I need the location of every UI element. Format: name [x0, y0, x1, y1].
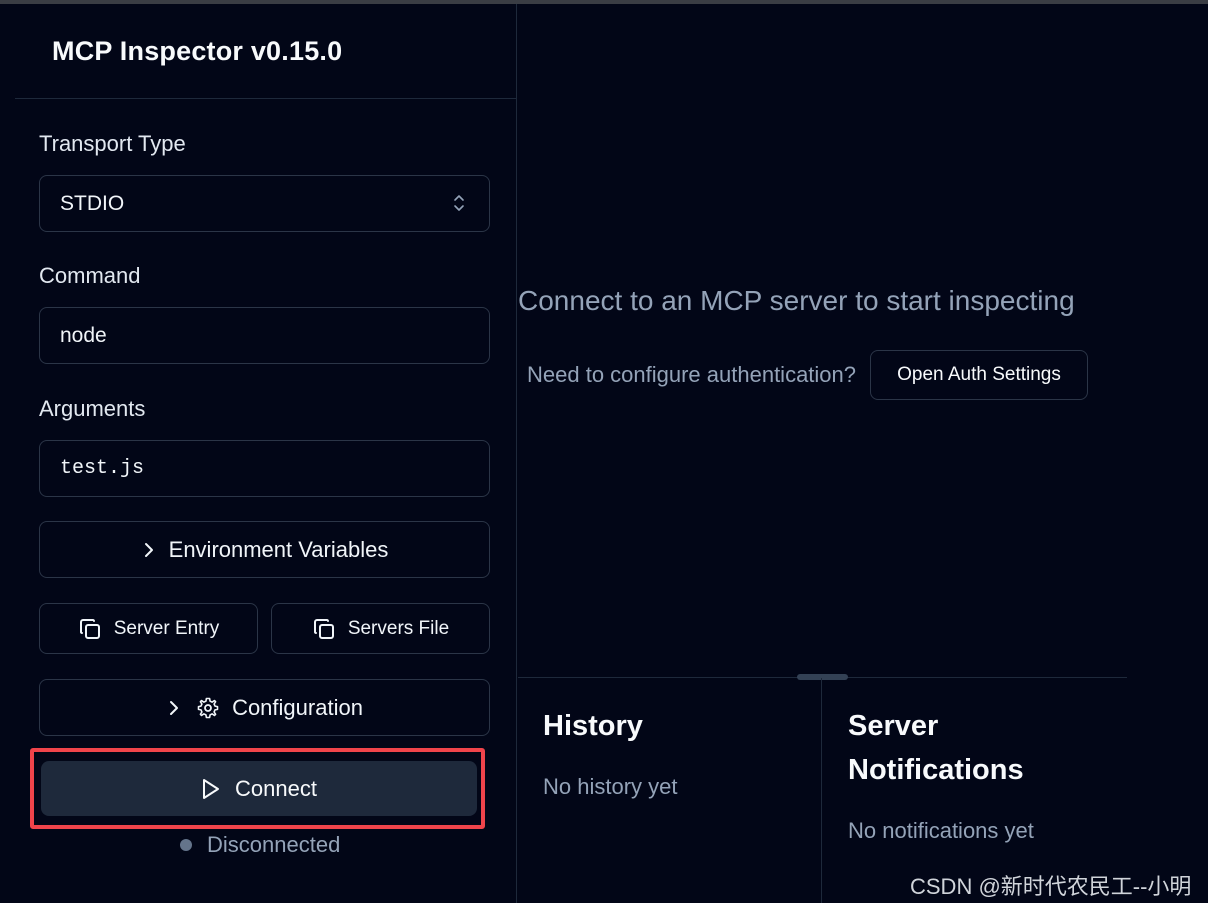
- arguments-input[interactable]: test.js: [39, 440, 490, 497]
- watermark: CSDN @新时代农民工--小明: [910, 874, 1192, 899]
- server-notifications-title-line1: Server: [848, 710, 939, 742]
- transport-type-select[interactable]: STDIO: [39, 175, 490, 232]
- auth-prompt: Need to configure authentication? Open A…: [527, 350, 1089, 400]
- chevron-right-icon: [166, 700, 182, 716]
- connection-status: Disconnected: [180, 832, 340, 858]
- arguments-value: test.js: [60, 457, 145, 480]
- app-title: MCP Inspector v0.15.0: [52, 35, 343, 66]
- chevron-up-down-icon: [454, 195, 464, 211]
- gear-icon: [196, 696, 220, 720]
- environment-variables-label: Environment Variables: [168, 536, 389, 562]
- command-label: Command: [39, 263, 141, 288]
- server-notifications-title-line2: Notifications: [848, 754, 1024, 786]
- arguments-label: Arguments: [39, 396, 146, 421]
- resize-handle[interactable]: [797, 674, 848, 680]
- open-auth-settings-button[interactable]: Open Auth Settings: [870, 350, 1089, 400]
- chevron-right-icon: [141, 542, 157, 558]
- auth-question: Need to configure authentication?: [527, 362, 857, 387]
- environment-variables-button[interactable]: Environment Variables: [39, 521, 490, 578]
- transport-type-value: STDIO: [60, 191, 125, 215]
- configuration-button[interactable]: Configuration: [39, 679, 490, 736]
- command-value: node: [60, 323, 107, 347]
- servers-file-button[interactable]: Servers File: [271, 603, 490, 654]
- connect-button[interactable]: Connect: [41, 761, 477, 816]
- sidebar-header: MCP Inspector v0.15.0: [15, 4, 516, 99]
- sidebar: MCP Inspector v0.15.0 Transport Type STD…: [15, 4, 517, 903]
- play-icon: [201, 778, 221, 800]
- history-empty-text: No history yet: [543, 774, 678, 799]
- status-text: Disconnected: [207, 832, 341, 857]
- notifications-empty-text: No notifications yet: [848, 818, 1034, 843]
- servers-file-label: Servers File: [347, 617, 450, 639]
- connect-label: Connect: [235, 775, 317, 801]
- panel-separator: [821, 678, 822, 903]
- server-entry-label: Server Entry: [113, 617, 220, 639]
- status-dot: [180, 839, 192, 851]
- configuration-label: Configuration: [232, 694, 363, 720]
- server-entry-button[interactable]: Server Entry: [39, 603, 258, 654]
- command-input[interactable]: node: [39, 307, 490, 364]
- transport-type-label: Transport Type: [39, 131, 186, 156]
- empty-state-message: Connect to an MCP server to start inspec…: [518, 285, 1075, 316]
- copy-icon: [312, 617, 336, 641]
- server-notifications-title: Server Notifications: [848, 704, 1024, 792]
- copy-icon: [78, 617, 102, 641]
- history-title: History: [543, 710, 643, 742]
